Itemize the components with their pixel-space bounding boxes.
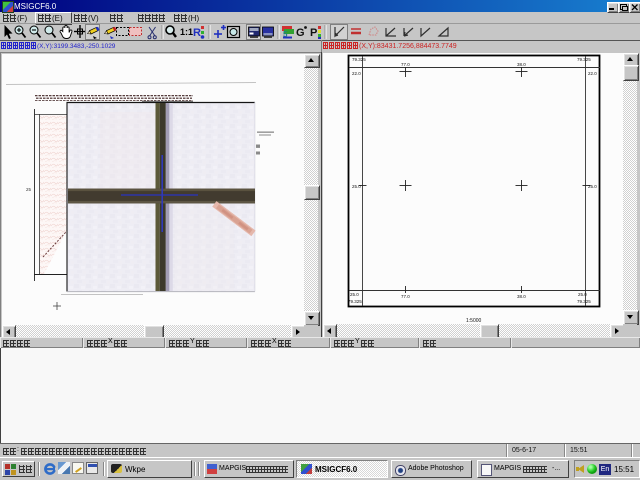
svg-text:P: P: [310, 27, 317, 39]
svg-text:1:1: 1:1: [180, 27, 193, 37]
svg-text:77.0: 77.0: [401, 294, 410, 299]
svg-text:25.0: 25.0: [350, 292, 359, 297]
svg-text:77.0: 77.0: [401, 62, 410, 67]
svg-text:22.0: 22.0: [588, 71, 597, 76]
svg-text:R: R: [193, 27, 201, 39]
svg-text:38.0: 38.0: [517, 294, 526, 299]
svg-text:25: 25: [26, 187, 32, 192]
svg-text:79.325: 79.325: [352, 57, 366, 62]
svg-text:38.0: 38.0: [517, 62, 526, 67]
svg-text:25.0: 25.0: [352, 184, 361, 189]
svg-text:79.325: 79.325: [348, 299, 362, 304]
svg-text:22.0: 22.0: [352, 71, 361, 76]
svg-text:25.0: 25.0: [578, 292, 587, 297]
svg-text:79.325: 79.325: [577, 299, 591, 304]
svg-text:79.325: 79.325: [577, 57, 591, 62]
svg-text:G: G: [296, 27, 305, 39]
svg-text:25.0: 25.0: [588, 184, 597, 189]
